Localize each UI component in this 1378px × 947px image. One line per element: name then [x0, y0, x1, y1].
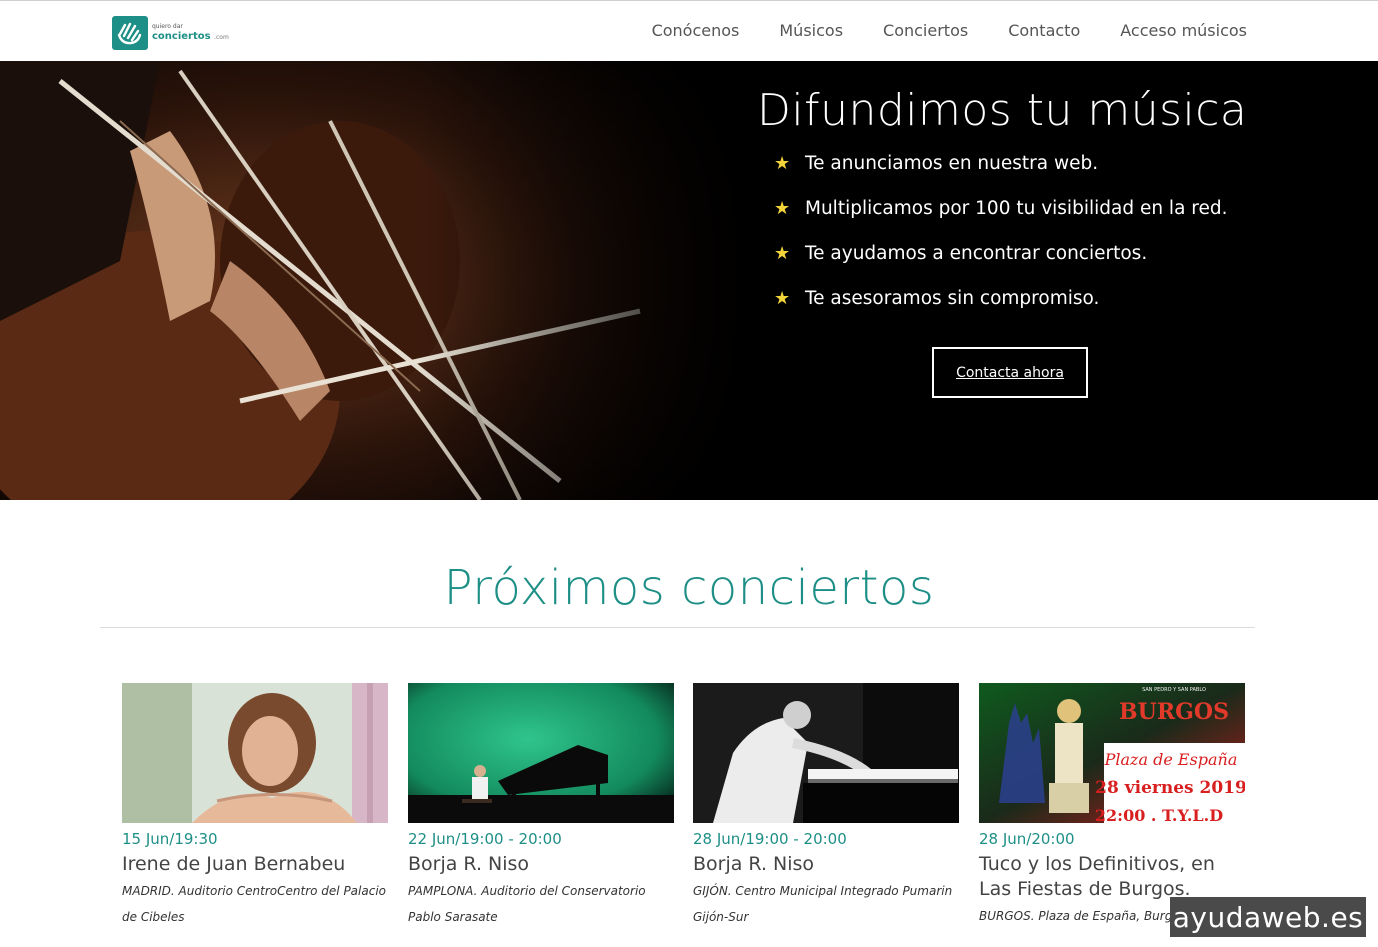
concert-card[interactable]: 22 Jun/19:00 - 20:00 Borja R. Niso PAMPL… — [408, 683, 674, 930]
concert-title[interactable]: Tuco y los Definitivos, en Las Fiestas d… — [979, 852, 1245, 902]
concert-title[interactable]: Borja R. Niso — [693, 852, 959, 877]
concert-card[interactable]: 15 Jun/19:30 Irene de Juan Bernabeu MADR… — [122, 683, 388, 930]
benefit-text: Te asesoramos sin compromiso. — [805, 288, 1100, 309]
logo-tagline: quiero dar — [152, 23, 183, 30]
star-icon: ★ — [774, 153, 791, 174]
star-icon: ★ — [774, 288, 791, 309]
logo-name: conciertos — [152, 31, 211, 42]
nav-conciertos[interactable]: Conciertos — [883, 21, 968, 40]
hand-logo-icon — [112, 16, 148, 50]
nav-acceso-musicos[interactable]: Acceso músicos — [1120, 21, 1247, 40]
section-title: Próximos conciertos — [443, 560, 935, 616]
nav-conocenos[interactable]: Conócenos — [652, 21, 740, 40]
list-item: ★ Te asesoramos sin compromiso. — [774, 288, 1228, 333]
star-icon: ★ — [774, 198, 791, 219]
logo-suffix: .com — [214, 34, 229, 41]
concert-venue: GIJÓN. Centro Municipal Integrado Pumari… — [693, 884, 953, 924]
cellists-hero-image — [0, 61, 760, 500]
concert-title[interactable]: Borja R. Niso — [408, 852, 674, 877]
poster-place-text: Plaza de España — [1104, 750, 1238, 769]
hero-benefits-list: ★ Te anunciamos en nuestra web. ★ Multipli… — [774, 153, 1228, 333]
star-icon: ★ — [774, 243, 791, 264]
section-divider — [100, 627, 1255, 628]
concert-title[interactable]: Irene de Juan Bernabeu — [122, 852, 388, 877]
top-navbar: quiero dar conciertos .com Conócenos Mús… — [0, 0, 1378, 61]
watermark-badge: ayudaweb.es — [1170, 897, 1366, 937]
concert-image-piano-stage[interactable] — [408, 683, 674, 823]
concert-image-pianist-bw[interactable] — [693, 683, 959, 823]
concert-image-burgos-poster[interactable]: SAN PEDRO Y SAN PABLO BURGOS Plaza de Es… — [979, 683, 1247, 825]
benefit-text: Te ayudamos a encontrar conciertos. — [805, 243, 1148, 264]
list-item: ★ Multiplicamos por 100 tu visibilidad en… — [774, 198, 1228, 243]
list-item: ★ Te ayudamos a encontrar conciertos. — [774, 243, 1228, 288]
hero-title: Difundimos tu música — [757, 85, 1248, 136]
poster-date-text: 28 viernes 2019 — [1095, 778, 1245, 798]
concert-venue: PAMPLONA. Auditorio del Conservatorio Pa… — [408, 884, 646, 924]
site-logo[interactable]: quiero dar conciertos .com — [112, 16, 229, 50]
concert-card[interactable]: SAN PEDRO Y SAN PABLO BURGOS Plaza de Es… — [979, 683, 1247, 929]
concert-date: 28 Jun/20:00 — [979, 830, 1075, 848]
hero-banner: Difundimos tu música ★ Te anunciamos en n… — [0, 61, 1378, 500]
main-nav: Conócenos Músicos Conciertos Contacto Ac… — [652, 21, 1247, 40]
concert-date: 28 Jun/19:00 - 20:00 — [693, 830, 847, 848]
nav-musicos[interactable]: Músicos — [779, 21, 843, 40]
benefit-text: Multiplicamos por 100 tu visibilidad en … — [805, 198, 1228, 219]
concert-card[interactable]: 28 Jun/19:00 - 20:00 Borja R. Niso GIJÓN… — [693, 683, 959, 930]
concert-image-portrait[interactable] — [122, 683, 388, 823]
contact-now-button[interactable]: Contacta ahora — [932, 347, 1088, 398]
list-item: ★ Te anunciamos en nuestra web. — [774, 153, 1228, 198]
nav-contacto[interactable]: Contacto — [1008, 21, 1080, 40]
concert-venue: MADRID. Auditorio CentroCentro del Palac… — [122, 884, 386, 924]
poster-top-text: SAN PEDRO Y SAN PABLO — [1142, 687, 1206, 693]
concert-date: 22 Jun/19:00 - 20:00 — [408, 830, 562, 848]
poster-time-text: 22:00 . T.Y.L.D — [1095, 806, 1223, 823]
benefit-text: Te anunciamos en nuestra web. — [805, 153, 1099, 174]
concert-date: 15 Jun/19:30 — [122, 830, 218, 848]
poster-city-text: BURGOS — [1119, 699, 1229, 725]
